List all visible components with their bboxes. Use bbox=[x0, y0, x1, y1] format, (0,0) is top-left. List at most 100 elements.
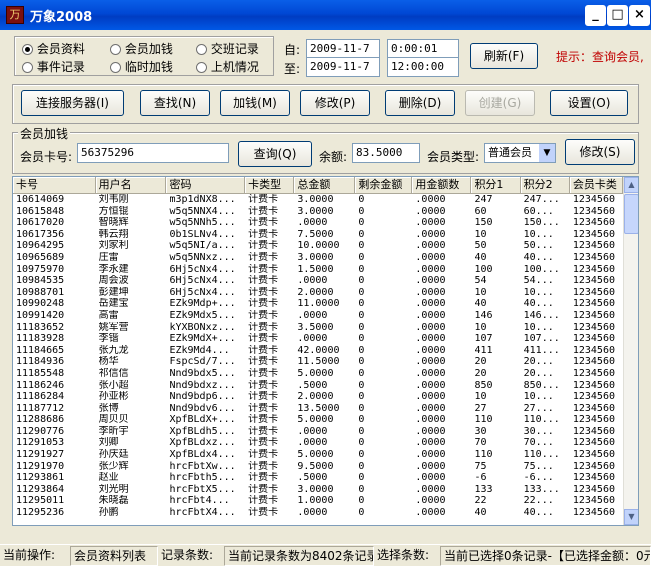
column-header[interactable]: 密码 bbox=[166, 177, 246, 194]
table-row[interactable]: 10975970 李永建 6Hj5cNx4... 计费卡 1.5000 0 .0000 100… bbox=[13, 264, 623, 276]
table-row[interactable]: 11184936 杨华 FspcSd/7... 计费卡 11.5000 0 .0000 20 2… bbox=[13, 356, 623, 368]
table-row[interactable]: 10984535 周会波 6Hj5cNx4... 计费卡 .0000 0 .0000 54 54… bbox=[13, 275, 623, 287]
settings-button[interactable]: 设置(O) bbox=[550, 90, 628, 116]
table-row[interactable]: 11290776 李昕宇 XpfBLdh5... 计费卡 .0000 0 .0000 30 30… bbox=[13, 426, 623, 438]
table-row[interactable]: 11183928 李锴 EZk9MdX+... 计费卡 .0000 0 .0000 107 10… bbox=[13, 333, 623, 345]
column-header[interactable]: 总金额 bbox=[294, 177, 356, 194]
scroll-down-icon[interactable]: ▼ bbox=[624, 509, 638, 525]
radio-temp-recharge[interactable]: 临时加钱 bbox=[110, 58, 173, 75]
table-cell: 1234560 bbox=[572, 298, 615, 310]
table-row[interactable]: 10964295 刘家利 w5q5NI/a... 计费卡 10.0000 0 .0000 50… bbox=[13, 240, 623, 252]
table-cell: 10988701 bbox=[16, 286, 65, 298]
table-row[interactable]: 11186246 张小超 Nnd9bdxz... 计费卡 .5000 0 .0000 850 8… bbox=[13, 380, 623, 392]
status-op-value: 会员资料列表 bbox=[70, 546, 158, 566]
table-cell: 110... bbox=[523, 414, 560, 426]
radio-event-record[interactable]: 事件记录 bbox=[22, 58, 85, 75]
member-type-value: 普通会员 bbox=[488, 146, 532, 159]
table-cell: .0000 bbox=[415, 367, 446, 379]
table-row[interactable]: 11185548 祁信信 Nnd9bdx5... 计费卡 5.0000 0 .0000 20 2… bbox=[13, 368, 623, 380]
column-header[interactable]: 卡类型 bbox=[245, 177, 295, 194]
table-row[interactable]: 10614069 刘韦刚 m3p1dNX8... 计费卡 3.0000 0 .0000 247… bbox=[13, 194, 623, 206]
to-date-field[interactable]: 2009-11-7 bbox=[306, 57, 380, 77]
table-row[interactable]: 11183652 姚军营 kYXBONxz... 计费卡 3.5000 0 .0000 10 1… bbox=[13, 322, 623, 334]
recharge-group-title: 会员加钱 bbox=[18, 125, 71, 142]
delete-button[interactable]: 删除(D) bbox=[385, 90, 455, 116]
table-cell: 1234560 bbox=[572, 495, 615, 507]
query-button[interactable]: 查询(Q) bbox=[238, 141, 312, 167]
scroll-up-icon[interactable]: ▲ bbox=[624, 177, 638, 193]
from-date-field[interactable]: 2009-11-7 bbox=[306, 39, 380, 59]
table-row[interactable]: 11291053 刘卿 XpfBLdxz... 计费卡 .0000 0 .0000 70 70.… bbox=[13, 437, 623, 449]
column-header[interactable]: 卡号 bbox=[13, 177, 96, 194]
table-row[interactable]: 11187712 张博 Nnd9bdv6... 计费卡 13.5000 0 .0000 27 2… bbox=[13, 403, 623, 415]
table-row[interactable]: 10965689 庄雷 w5q5NNxz... 计费卡 3.0000 0 .0000 40 40… bbox=[13, 252, 623, 264]
table-row[interactable]: 11295011 朱晓磊 hrcFbt4... 计费卡 1.0000 0 .0000 22 22… bbox=[13, 495, 623, 507]
table-cell: 1234560 bbox=[572, 425, 615, 437]
chevron-down-icon[interactable]: ▼ bbox=[539, 144, 555, 162]
close-button[interactable]: × bbox=[629, 5, 650, 26]
scroll-thumb[interactable] bbox=[624, 194, 638, 234]
column-header[interactable]: 用金额数 bbox=[412, 177, 472, 194]
add-money-button[interactable]: 加钱(M) bbox=[220, 90, 290, 116]
table-body[interactable]: 10614069 刘韦刚 m3p1dNX8... 计费卡 3.0000 0 .0000 247… bbox=[13, 194, 623, 525]
table-cell: 11291970 bbox=[16, 460, 65, 472]
table-cell: 10 bbox=[474, 286, 487, 298]
table-row[interactable]: 11186284 孙亚彬 Nnd9bdp6... 计费卡 2.0000 0 .0000 10 1… bbox=[13, 391, 623, 403]
table-row[interactable]: 10988701 彭建坤 6Hj5cNx4... 计费卡 2.0000 0 .0000 10 1… bbox=[13, 287, 623, 299]
card-number-label: 会员卡号: bbox=[20, 150, 73, 164]
table-cell: 150... bbox=[523, 217, 560, 229]
table-row[interactable]: 10617020 智晓辉 w5q5NNh5... 计费卡 .0000 0 .0000 150 1… bbox=[13, 217, 623, 229]
table-cell: .0000 bbox=[415, 425, 446, 437]
refresh-button[interactable]: 刷新(F) bbox=[470, 43, 538, 69]
table-row[interactable]: 11293864 刘光明 hrcFbtX5... 计费卡 3.0000 0 .0000 133… bbox=[13, 484, 623, 496]
from-label: 自: bbox=[284, 43, 301, 57]
card-number-input[interactable]: 56375296 bbox=[77, 143, 229, 163]
create-button[interactable]: 创建(G) bbox=[465, 90, 535, 116]
column-header[interactable]: 用户名 bbox=[95, 177, 167, 194]
column-header[interactable]: 积分1 bbox=[471, 177, 521, 194]
to-time-field[interactable]: 12:00:00 bbox=[387, 57, 459, 77]
table-row[interactable]: 10615848 方恒锟 w5q5NNX4... 计费卡 3.0000 0 .0000 60 6… bbox=[13, 206, 623, 218]
table-cell: .0000 bbox=[415, 356, 446, 368]
table-cell: 110... bbox=[523, 449, 560, 461]
table-cell: 850... bbox=[523, 379, 560, 391]
table-row[interactable]: 11291927 孙庆廷 XpfBLdx4... 计费卡 5.0000 0 .0000 110… bbox=[13, 449, 623, 461]
table-cell: 朱晓磊 bbox=[98, 495, 129, 507]
radio-shift-record[interactable]: 交班记录 bbox=[196, 40, 259, 57]
vertical-scrollbar[interactable]: ▲ ▼ bbox=[623, 177, 638, 525]
maximize-button[interactable]: □ bbox=[607, 5, 628, 26]
recharge-modify-button[interactable]: 修改(S) bbox=[565, 139, 635, 165]
table-cell: 1234560 bbox=[572, 344, 615, 356]
modify-button[interactable]: 修改(P) bbox=[300, 90, 370, 116]
radio-member-recharge[interactable]: 会员加钱 bbox=[110, 40, 173, 57]
table-row[interactable]: 11293861 赵业 hrcFbth5... 计费卡 .5000 0 .0000 -6 -6.… bbox=[13, 472, 623, 484]
from-time-field[interactable]: 0:00:01 bbox=[387, 39, 459, 59]
member-type-select[interactable]: 普通会员 ▼ bbox=[484, 143, 556, 163]
table-row[interactable]: 11291970 张少辉 hrcFbtXw... 计费卡 9.5000 0 .0000 75 7… bbox=[13, 461, 623, 473]
column-header[interactable]: 剩余金额 bbox=[355, 177, 413, 194]
table-cell: 1.5000 bbox=[297, 263, 334, 275]
table-row[interactable]: 11288686 周贝贝 XpfBLdX+... 计费卡 5.0000 0 .0000 110… bbox=[13, 414, 623, 426]
table-cell: 计费卡 bbox=[248, 217, 279, 229]
column-header[interactable]: 会员卡类 bbox=[569, 177, 623, 194]
table-row[interactable]: 11295236 孙鹏 hrcFbtX4... 计费卡 .0000 0 .0000 40 40.… bbox=[13, 507, 623, 519]
radio-member-info[interactable]: 会员资料 bbox=[22, 40, 85, 57]
connect-server-button[interactable]: 连接服务器(I) bbox=[21, 90, 124, 116]
table-cell: 计费卡 bbox=[248, 472, 279, 484]
radio-label: 会员加钱 bbox=[124, 42, 173, 56]
search-button[interactable]: 查找(N) bbox=[140, 90, 210, 116]
table-cell: Nnd9bdv6... bbox=[169, 402, 236, 414]
table-cell: 杨华 bbox=[98, 356, 119, 368]
table-cell: 150 bbox=[474, 217, 493, 229]
table-cell: 11295011 bbox=[16, 495, 65, 507]
table-row[interactable]: 10617356 韩云翔 0b1SLNv4... 计费卡 7.5000 0 .0000 10 1… bbox=[13, 229, 623, 241]
table-row[interactable]: 10991420 高雷 EZk9Mdx5... 计费卡 .0000 0 .0000 146 14… bbox=[13, 310, 623, 322]
member-table[interactable]: 卡号 用户名 密码 卡类型 总金额 剩余金额 用金额数 积分1 积分2 会员卡类 10614069… bbox=[12, 176, 639, 526]
minimize-button[interactable]: _ bbox=[585, 5, 606, 26]
table-row[interactable]: 11184665 张九龙 EZk9Md4... 计费卡 42.0000 0 .0000 411… bbox=[13, 345, 623, 357]
table-row[interactable]: 10990248 岳建宝 EZk9Mdp+... 计费卡 11.0000 0 .0000 40… bbox=[13, 298, 623, 310]
column-header[interactable]: 积分2 bbox=[520, 177, 570, 194]
radio-label: 交班记录 bbox=[210, 42, 259, 56]
radio-online-status[interactable]: 上机情况 bbox=[196, 58, 259, 75]
table-cell: 1234560 bbox=[572, 240, 615, 252]
